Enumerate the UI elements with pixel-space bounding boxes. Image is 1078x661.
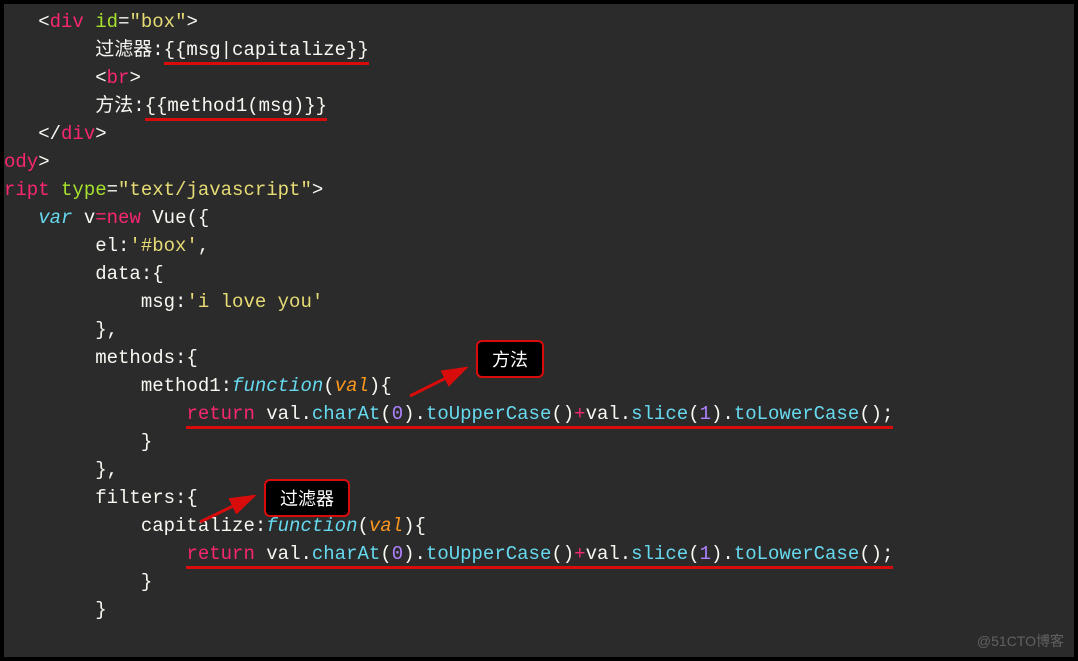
callout-methods: 方法 [476, 340, 544, 378]
callout-label: 方法 [492, 350, 528, 370]
code-line: var v=new Vue({ [4, 204, 1074, 232]
code-line: return val.charAt(0).toUpperCase()+val.s… [4, 400, 1074, 428]
code-line: 过滤器:{{msg|capitalize}} [4, 36, 1074, 64]
code-line: ody> [4, 148, 1074, 176]
code-line: el:'#box', [4, 232, 1074, 260]
code-line: return val.charAt(0).toUpperCase()+val.s… [4, 540, 1074, 568]
code-line: } [4, 596, 1074, 624]
code-line: } [4, 568, 1074, 596]
code-line: </div> [4, 120, 1074, 148]
code-line: data:{ [4, 260, 1074, 288]
watermark: @51CTO博客 [977, 631, 1064, 651]
code-line: filters:{ [4, 484, 1074, 512]
code-line: ript type="text/javascript"> [4, 176, 1074, 204]
code-line: msg:'i love you' [4, 288, 1074, 316]
arrow-icon [402, 364, 482, 409]
arrow-icon [194, 490, 269, 535]
code-line: capitalize:function(val){ [4, 512, 1074, 540]
code-line: 方法:{{method1(msg)}} [4, 92, 1074, 120]
code-editor[interactable]: <div id="box"> 过滤器:{{msg|capitalize}} <b… [4, 4, 1074, 624]
code-line: }, [4, 456, 1074, 484]
code-line: <div id="box"> [4, 8, 1074, 36]
code-line: <br> [4, 64, 1074, 92]
callout-label: 过滤器 [280, 489, 334, 509]
callout-filters: 过滤器 [264, 479, 350, 517]
code-line: } [4, 428, 1074, 456]
